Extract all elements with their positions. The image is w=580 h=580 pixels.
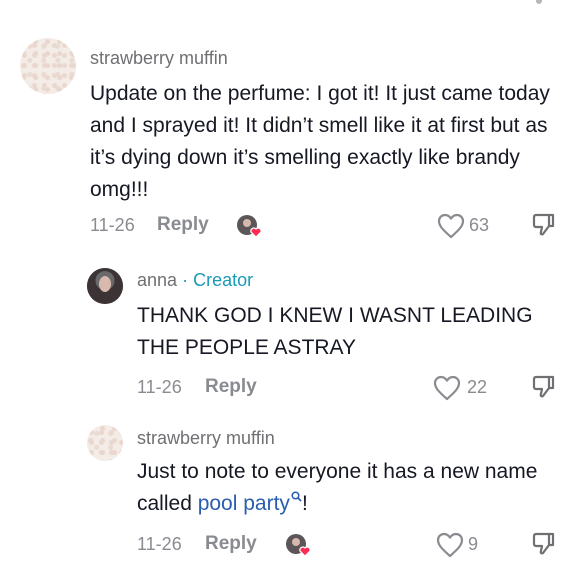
comment-text: Just to note to everyone it has a new na… [137, 456, 547, 520]
avatar[interactable] [87, 268, 123, 304]
creator-separator: · [182, 270, 189, 290]
like-count: 9 [468, 534, 479, 554]
comment-text-end: ! [301, 492, 308, 515]
dislike-icon[interactable] [531, 212, 557, 238]
reply-button[interactable]: Reply [157, 214, 209, 236]
avatar-face [99, 276, 111, 292]
reply-button[interactable]: Reply [205, 533, 257, 555]
comment-username[interactable]: strawberry muffin [90, 48, 228, 69]
comment-text: THANK GOD I KNEW I WASNT LEADING THE PEO… [137, 304, 533, 359]
link-text: pool party [197, 492, 290, 515]
like-count: 22 [467, 377, 488, 397]
dislike-icon[interactable] [531, 531, 557, 557]
dislike-icon[interactable] [531, 374, 557, 400]
avatar[interactable] [87, 425, 123, 461]
avatar[interactable] [20, 38, 76, 94]
creator-liked-badge [285, 532, 311, 557]
comment-username[interactable]: strawberry muffin [137, 428, 275, 449]
username-text: anna [137, 270, 178, 290]
creator-liked-badge [236, 213, 262, 238]
pool-party-link[interactable]: pool party [197, 491, 302, 515]
like-count: 63 [469, 215, 490, 235]
comment-text: Update on the perfume: I got it! It just… [90, 82, 550, 201]
heart-outline-icon[interactable] [433, 375, 461, 401]
comment-date: 11-26 [137, 377, 182, 397]
scroll-indicator [536, 0, 542, 4]
comment-date: 11-26 [90, 215, 135, 235]
comment-username[interactable]: anna · Creator [137, 270, 253, 291]
heart-outline-icon[interactable] [437, 213, 465, 239]
creator-label: Creator [193, 270, 254, 290]
heart-outline-icon[interactable] [436, 532, 464, 558]
search-icon [291, 491, 302, 502]
comment-date: 11-26 [137, 534, 182, 554]
reply-button[interactable]: Reply [205, 376, 257, 398]
